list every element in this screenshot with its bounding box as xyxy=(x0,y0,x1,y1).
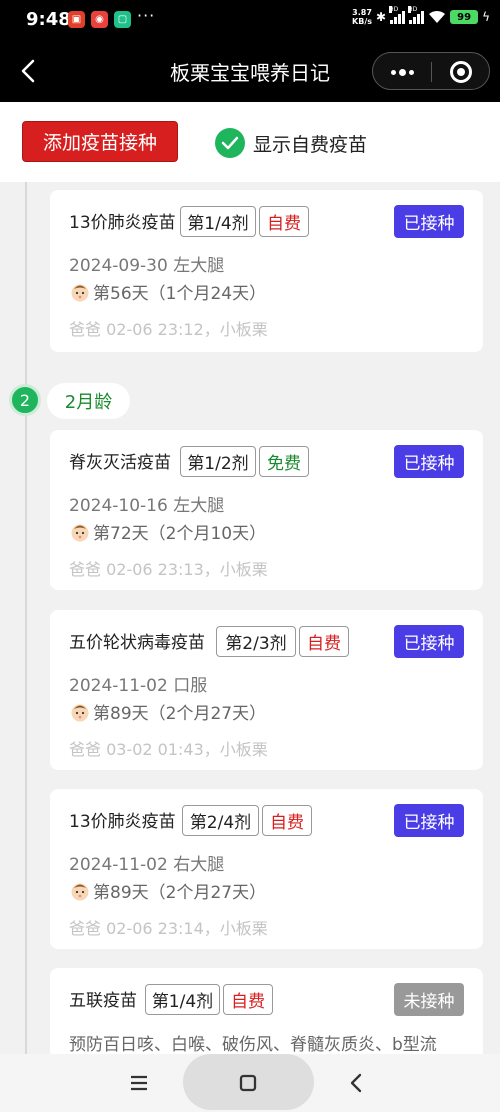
battery-icon: 99 xyxy=(450,10,479,24)
add-vaccination-button[interactable]: 添加疫苗接种 xyxy=(22,121,178,162)
record-meta: 爸爸 02-06 23:12，小板栗 xyxy=(69,320,268,339)
vaccine-name: 脊灰灭活疫苗 xyxy=(69,453,171,473)
baby-age: 第56天（1个月24天） xyxy=(69,279,266,304)
status-badge[interactable]: 已接种 xyxy=(394,625,464,658)
baby-face-icon xyxy=(71,524,89,541)
vaccine-description: 预防百日咳、白喉、破伤风、脊髓灰质炎、b型流 xyxy=(69,1035,437,1054)
record-meta: 爸爸 03-02 01:43，小板栗 xyxy=(69,740,268,759)
baby-face-icon xyxy=(71,284,89,301)
vaccine-record-card[interactable]: 13价肺炎疫苗 第1/4剂 自费 已接种 2024-09-30 左大腿 第56天… xyxy=(50,190,483,352)
fee-tag: 自费 xyxy=(262,805,312,836)
baby-age: 第89天（2个月27天） xyxy=(69,878,266,903)
status-badge[interactable]: 已接种 xyxy=(394,445,464,478)
close-mini-program-icon[interactable] xyxy=(450,61,472,83)
date-site: 2024-09-30 左大腿 xyxy=(69,256,225,276)
menu-icon[interactable] xyxy=(124,1068,154,1098)
status-badge[interactable]: 未接种 xyxy=(394,983,464,1016)
date-site: 2024-11-02 口服 xyxy=(69,676,208,696)
signal-icon-2: HD xyxy=(408,6,425,24)
month-label: 2月龄 xyxy=(47,383,130,419)
vaccine-record-card[interactable]: 五价轮状病毒疫苗 第2/3剂 自费 已接种 2024-11-02 口服 第89天… xyxy=(50,610,483,770)
clock: 9:48 xyxy=(26,9,71,30)
vaccine-record-card[interactable]: 脊灰灭活疫苗 第1/2剂 免费 已接种 2024-10-16 左大腿 第72天（… xyxy=(50,430,483,590)
bluetooth-icon: ✱ xyxy=(376,10,387,24)
date-site: 2024-11-02 右大腿 xyxy=(69,855,225,875)
record-meta: 爸爸 02-06 23:13，小板栗 xyxy=(69,560,268,579)
vaccine-name: 五价轮状病毒疫苗 xyxy=(69,633,205,653)
menu-capsule xyxy=(372,52,490,90)
date-site: 2024-10-16 左大腿 xyxy=(69,496,225,516)
vaccine-record-card[interactable]: 13价肺炎疫苗 第2/4剂 自费 已接种 2024-11-02 右大腿 第89天… xyxy=(50,789,483,949)
baby-age: 第72天（2个月10天） xyxy=(69,519,266,544)
show-self-paid-label: 显示自费疫苗 xyxy=(253,133,368,156)
status-badge[interactable]: 已接种 xyxy=(394,804,464,837)
signal-icon-1: HD xyxy=(389,6,406,24)
month-number-badge: 2 xyxy=(9,384,41,416)
network-speed: 3.87 KB/s xyxy=(352,8,373,26)
fee-tag: 自费 xyxy=(299,626,349,657)
dose-tag: 第2/4剂 xyxy=(182,805,259,836)
map-app-icon: ◉ xyxy=(91,11,108,28)
status-badge[interactable]: 已接种 xyxy=(394,205,464,238)
system-indicators: 3.87 KB/s ✱ HD HD 99 ϟ xyxy=(352,6,490,26)
wifi-icon xyxy=(429,10,446,23)
vaccine-record-card[interactable]: 五联疫苗 第1/4剂 自费 未接种 预防百日咳、白喉、破伤风、脊髓灰质炎、b型流 xyxy=(50,968,483,1054)
fee-tag: 自费 xyxy=(223,984,273,1015)
system-status-bar: 9:48 ▣ ◉ ▢ ··· 3.87 KB/s ✱ HD HD 99 ϟ xyxy=(0,0,500,40)
baby-face-icon xyxy=(71,704,89,721)
charging-icon: ϟ xyxy=(482,10,490,24)
more-notifications-icon: ··· xyxy=(137,6,156,25)
baby-face-icon xyxy=(71,883,89,900)
shopping-app-icon: ▣ xyxy=(68,11,85,28)
back-nav-icon[interactable] xyxy=(342,1068,372,1098)
show-self-paid-toggle[interactable]: 显示自费疫苗 xyxy=(215,127,367,159)
dose-tag: 第1/4剂 xyxy=(180,206,256,237)
dose-tag: 第2/3剂 xyxy=(216,626,296,657)
vaccine-name: 13价肺炎疫苗 xyxy=(69,812,176,832)
home-icon[interactable] xyxy=(233,1068,263,1098)
baby-age: 第89天（2个月27天） xyxy=(69,699,266,724)
vaccination-timeline[interactable]: 13价肺炎疫苗 第1/4剂 自费 已接种 2024-09-30 左大腿 第56天… xyxy=(0,182,500,1054)
vaccine-name: 13价肺炎疫苗 xyxy=(69,213,176,233)
timeline-line xyxy=(25,182,27,1054)
system-navigation-bar xyxy=(0,1054,500,1112)
record-meta: 爸爸 02-06 23:14，小板栗 xyxy=(69,919,268,938)
dose-tag: 第1/2剂 xyxy=(180,446,256,477)
notification-icons: ▣ ◉ ▢ xyxy=(68,11,131,28)
mini-program-title-bar: 板栗宝宝喂养日记 xyxy=(0,40,500,102)
dose-tag: 第1/4剂 xyxy=(145,984,220,1015)
tv-app-icon: ▢ xyxy=(114,11,131,28)
fee-tag: 免费 xyxy=(259,446,309,477)
vaccine-name: 五联疫苗 xyxy=(69,991,137,1011)
fee-tag: 自费 xyxy=(259,206,309,237)
checkmark-icon xyxy=(215,128,245,158)
capsule-divider xyxy=(431,62,432,82)
vaccine-toolbar: 添加疫苗接种 显示自费疫苗 xyxy=(0,102,500,182)
more-options-icon[interactable] xyxy=(387,59,417,85)
